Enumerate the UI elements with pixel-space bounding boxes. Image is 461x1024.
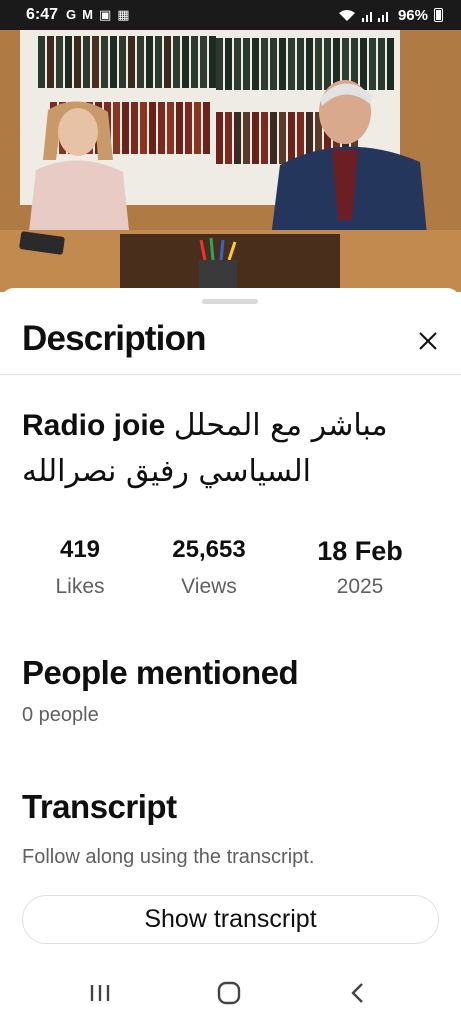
date-stat: 18 Feb 2025 <box>292 536 428 599</box>
video-player[interactable] <box>0 30 461 292</box>
store-icon: ▦ <box>117 7 130 22</box>
wifi-icon <box>338 9 355 21</box>
notification-icons: G M ▣ ▦ <box>66 7 130 23</box>
views-stat: 25,653 Views <box>150 536 268 599</box>
battery-icon <box>434 8 443 22</box>
video-person-guest <box>270 80 428 245</box>
views-label: Views <box>181 575 237 598</box>
divider <box>0 374 461 375</box>
status-left: 6:47 G M ▣ ▦ <box>26 6 130 24</box>
signal-icon <box>361 11 388 22</box>
video-title-latin: Radio joie <box>22 409 166 442</box>
gallery-icon: ▣ <box>99 7 112 22</box>
views-count: 25,653 <box>172 536 246 563</box>
likes-label: Likes <box>55 575 105 598</box>
recents-icon[interactable] <box>82 978 118 1008</box>
likes-count: 419 <box>59 536 101 563</box>
gmail-icon: M <box>82 7 93 22</box>
navigation-bar <box>0 962 461 1024</box>
status-right: 96% <box>338 7 443 24</box>
description-sheet: Description Radio joie مباشر مع المحلل ا… <box>0 288 461 1024</box>
publish-date: 18 Feb <box>317 536 403 566</box>
battery-percent: 96% <box>397 6 428 24</box>
likes-stat: 419 Likes <box>28 536 132 599</box>
video-person-host <box>28 101 130 240</box>
status-bar: 6:47 G M ▣ ▦ 96% <box>0 0 461 30</box>
publish-year: 2025 <box>336 575 384 598</box>
close-icon[interactable] <box>413 326 443 356</box>
show-transcript-button[interactable]: Show transcript <box>22 895 439 944</box>
people-mentioned-title: People mentioned <box>22 654 299 691</box>
people-count: 0 people <box>22 704 99 726</box>
transcript-subtitle: Follow along using the transcript. <box>22 846 315 868</box>
back-icon[interactable] <box>340 978 376 1008</box>
home-icon[interactable] <box>211 978 247 1008</box>
google-icon: G <box>66 7 77 22</box>
video-title: Radio joie مباشر مع المحلل السياسي رفيق … <box>22 403 432 495</box>
books-row <box>38 36 216 88</box>
status-time: 6:47 <box>26 6 59 23</box>
sheet-title: Description <box>22 319 207 358</box>
pen-holder <box>199 238 237 290</box>
transcript-title: Transcript <box>22 788 177 825</box>
drag-handle[interactable] <box>202 299 258 304</box>
